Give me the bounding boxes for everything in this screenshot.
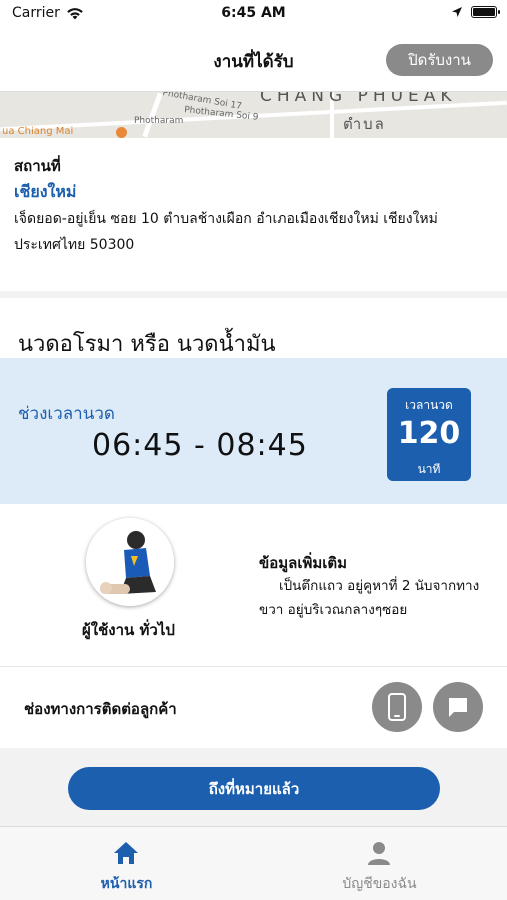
contact-label: ช่องทางการติดต่อลูกค้า <box>24 700 177 718</box>
avatar <box>86 518 174 606</box>
location-city: เชียงใหม่ <box>14 182 77 201</box>
call-button[interactable] <box>372 682 422 732</box>
map-poi-icon <box>116 127 127 138</box>
service-title: นวดอโรมา หรือ นวดน้ำมัน <box>18 332 276 357</box>
duration-unit: นาที <box>417 462 441 476</box>
tab-bar: หน้าแรก บัญชีของฉัน <box>0 826 507 900</box>
therapist-photo <box>86 518 174 606</box>
tab-account[interactable]: บัญชีของฉัน <box>253 827 506 900</box>
info-text: เป็นตึกแถว อยู่คูหาที่ 2 นับจากทาง ขวา อ… <box>259 578 480 618</box>
status-time: 6:45 AM <box>221 5 286 21</box>
location-address: เจ็ดยอด-อยู่เย็น ซอย 10 ตำบลช้างเผือก อำ… <box>14 211 438 253</box>
location-card: สถานที่ เชียงใหม่ เจ็ดยอด-อยู่เย็น ซอย 1… <box>0 138 507 291</box>
status-right <box>451 6 500 18</box>
chat-button[interactable] <box>433 682 483 732</box>
map-area-label: CHANG PHUEAK <box>260 92 457 106</box>
tab-home-label: หน้าแรก <box>100 876 153 892</box>
info-heading: ข้อมูลเพิ่มเติม <box>259 554 348 572</box>
location-heading: สถานที่ <box>14 157 61 175</box>
map-poi-label: ua Chiang Mai <box>2 126 74 137</box>
user-role: ผู้ใช้งาน ทั่วไป <box>82 621 175 639</box>
nav-bar: งานที่ได้รับ ปิดรับงาน <box>0 28 507 92</box>
tab-account-label: บัญชีของฉัน <box>342 876 417 892</box>
map-street-label: Photharam <box>134 116 184 126</box>
duration-value: 120 <box>397 416 461 451</box>
location-arrow-icon <box>452 7 462 17</box>
duration-label: เวลานวด <box>405 398 453 412</box>
chat-icon <box>449 698 467 717</box>
person-icon <box>368 842 390 865</box>
map-tambon-label: ตำบล <box>343 115 386 133</box>
tab-home[interactable]: หน้าแรก <box>0 827 253 900</box>
phone-icon <box>388 693 406 721</box>
time-range: 06:45 - 08:45 <box>92 428 308 463</box>
duration-badge: เวลานวด 120 นาที <box>387 388 471 481</box>
battery-icon <box>471 6 500 18</box>
arrived-button[interactable]: ถึงที่หมายแล้ว <box>68 767 440 810</box>
close-job-button[interactable]: ปิดรับงาน <box>386 44 493 76</box>
contact-row: ช่องทางการติดต่อลูกค้า <box>0 666 507 748</box>
map-view[interactable]: Photharam Soi 17 Photharam Soi 9 Phothar… <box>0 92 507 138</box>
time-panel: ช่วงเวลานวด 06:45 - 08:45 เวลานวด 120 นา… <box>0 358 507 504</box>
status-bar: Carrier 6:45 AM <box>0 0 507 28</box>
time-label: ช่วงเวลานวด <box>18 404 115 424</box>
service-card: นวดอโรมา หรือ นวดน้ำมัน ช่วงเวลานวด 06:4… <box>0 298 507 748</box>
home-icon <box>114 842 138 864</box>
